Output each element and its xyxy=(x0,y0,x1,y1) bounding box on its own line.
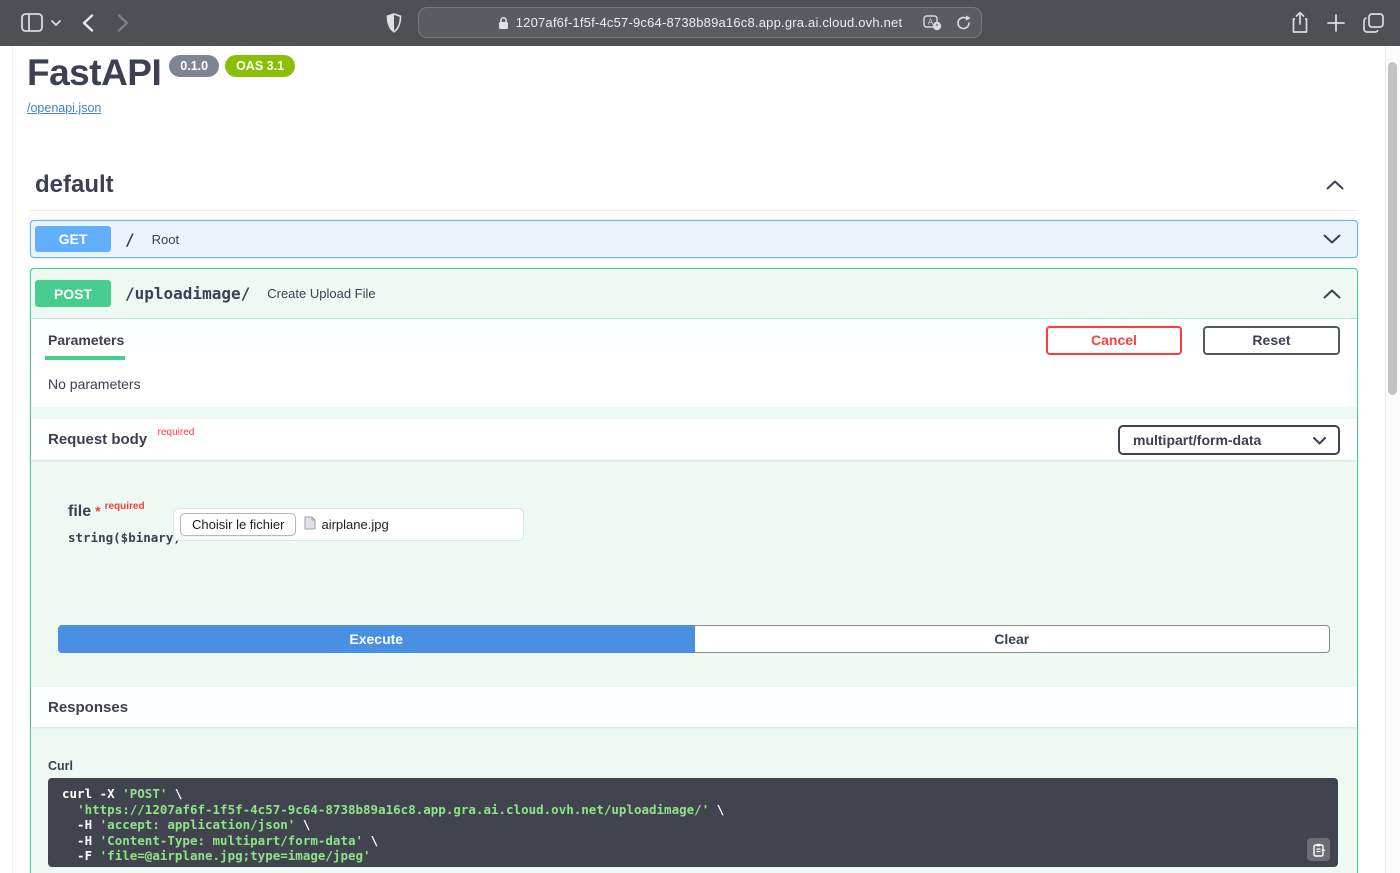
request-body-section-header: Request body required multipart/form-dat… xyxy=(31,419,1357,460)
openapi-spec-link[interactable]: /openapi.json xyxy=(27,101,101,115)
parameters-tab-label: Parameters xyxy=(48,332,124,348)
browser-toolbar: 1207af6f-1f5f-4c57-9c64-8738b89a16c8.app… xyxy=(0,0,1400,46)
new-tab-icon[interactable] xyxy=(1327,14,1345,32)
execute-row: Execute Clear xyxy=(58,625,1330,653)
expand-get-chevron-down-icon[interactable] xyxy=(1323,234,1341,244)
post-summary-text: Create Upload File xyxy=(267,286,375,301)
curl-command-code: curl -X 'POST' \ 'https://1207af6f-1f5f-… xyxy=(62,786,1324,864)
sidebar-toggle-icon[interactable] xyxy=(21,13,43,32)
collapse-post-chevron-up-icon[interactable] xyxy=(1323,289,1341,299)
url-text: 1207af6f-1f5f-4c57-9c64-8738b89a16c8.app… xyxy=(516,15,903,30)
parameters-tab-underline xyxy=(45,356,125,360)
opblock-post-uploadimage: POST /uploadimage/ Create Upload File Pa… xyxy=(30,268,1358,873)
opblock-get-root: GET / Root xyxy=(30,220,1358,258)
curl-label: Curl xyxy=(48,759,73,773)
collapse-tag-chevron-up-icon[interactable] xyxy=(1326,180,1344,190)
get-root-summary[interactable]: GET / Root xyxy=(31,221,1357,257)
curl-command-block: curl -X 'POST' \ 'https://1207af6f-1f5f-… xyxy=(48,778,1338,867)
sidebar-chevron-down-icon[interactable] xyxy=(51,20,61,26)
page-scrollbar-track[interactable] xyxy=(1385,46,1400,873)
field-required-star: * xyxy=(95,503,100,519)
file-document-icon xyxy=(304,516,316,533)
post-uploadimage-summary[interactable]: POST /uploadimage/ Create Upload File xyxy=(31,269,1357,319)
svg-text:*: * xyxy=(936,23,939,30)
choose-file-button[interactable]: Choisir le fichier xyxy=(180,513,296,536)
page-left-edge xyxy=(12,46,13,873)
clear-button[interactable]: Clear xyxy=(695,625,1331,653)
get-summary-text: Root xyxy=(152,232,179,247)
privacy-shield-icon[interactable] xyxy=(386,13,402,33)
field-required-label: required xyxy=(105,501,145,512)
field-type: string($binary) xyxy=(68,530,173,545)
request-body-label: Request body xyxy=(48,431,147,448)
translate-icon[interactable]: A* xyxy=(923,15,942,31)
page-scrollbar-thumb[interactable] xyxy=(1388,62,1397,395)
get-method-badge: GET xyxy=(35,226,111,252)
file-upload-input[interactable]: Choisir le fichier airplane.jpg xyxy=(173,508,524,541)
page-title: FastAPI xyxy=(27,52,161,94)
request-body-file-field: file* required string($binary) Choisir le… xyxy=(68,503,524,545)
tag-title: default xyxy=(35,171,114,199)
get-path: / xyxy=(125,230,135,249)
field-name: file xyxy=(68,503,91,520)
swagger-ui-page: FastAPI 0.1.0 OAS 3.1 /openapi.json defa… xyxy=(0,46,1400,873)
tab-overview-icon[interactable] xyxy=(1363,13,1384,33)
oas-badge: OAS 3.1 xyxy=(225,55,295,77)
post-method-badge: POST xyxy=(35,280,111,307)
request-body-required-badge: required xyxy=(158,427,195,438)
post-path: /uploadimage/ xyxy=(125,284,250,303)
reset-button[interactable]: Reset xyxy=(1203,326,1340,355)
responses-label: Responses xyxy=(48,699,128,716)
reload-icon[interactable] xyxy=(956,15,971,31)
no-parameters-text: No parameters xyxy=(31,361,1357,407)
address-bar[interactable]: 1207af6f-1f5f-4c57-9c64-8738b89a16c8.app… xyxy=(418,7,982,38)
responses-section-header: Responses xyxy=(31,687,1357,727)
api-info: FastAPI 0.1.0 OAS 3.1 /openapi.json xyxy=(27,52,295,117)
copy-to-clipboard-button[interactable] xyxy=(1307,838,1330,861)
content-type-select[interactable]: multipart/form-data xyxy=(1118,425,1340,455)
execute-button[interactable]: Execute xyxy=(58,625,695,653)
forward-button-icon[interactable] xyxy=(117,14,129,32)
select-chevron-down-icon xyxy=(1313,432,1326,448)
share-icon[interactable] xyxy=(1291,11,1309,34)
tab-parameters[interactable]: Parameters xyxy=(48,332,124,348)
tag-section-default[interactable]: default xyxy=(30,160,1358,211)
lock-icon xyxy=(498,16,509,30)
version-badge: 0.1.0 xyxy=(169,55,219,77)
cancel-button[interactable]: Cancel xyxy=(1046,326,1182,355)
back-button-icon[interactable] xyxy=(82,14,94,32)
parameters-section-header: Parameters Cancel Reset xyxy=(31,319,1357,361)
chosen-file-name: airplane.jpg xyxy=(321,517,388,532)
content-type-value: multipart/form-data xyxy=(1133,432,1261,448)
